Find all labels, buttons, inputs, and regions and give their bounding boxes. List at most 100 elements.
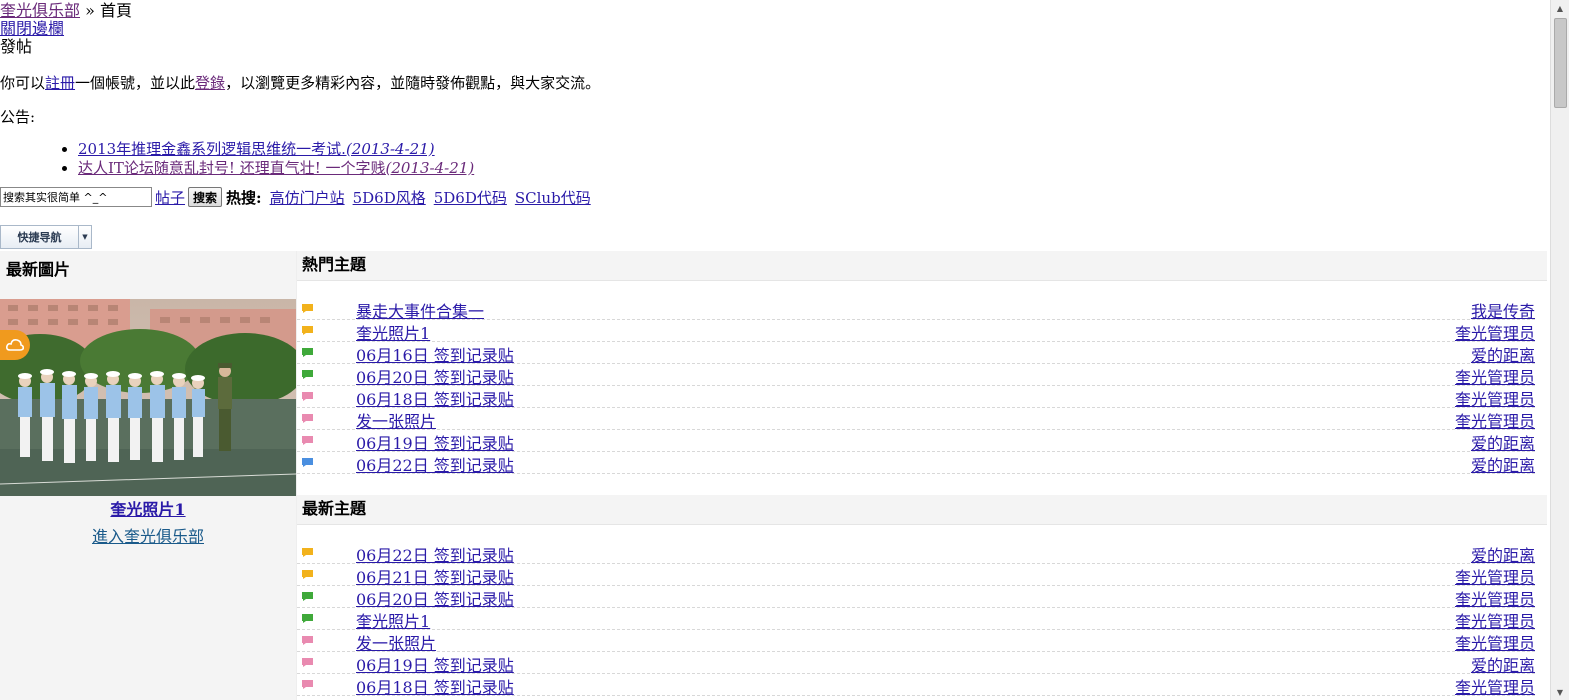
topic-status-icon xyxy=(302,414,313,423)
topic-title-link[interactable]: 发一张照片 xyxy=(356,408,436,432)
topic-author-link[interactable]: 奎光管理员 xyxy=(1455,386,1535,410)
topic-row: 06月16日 签到记录贴 爱的距离 xyxy=(297,342,1535,366)
topic-author-link[interactable]: 奎光管理员 xyxy=(1455,364,1535,388)
topic-title-link[interactable]: 06月18日 签到记录贴 xyxy=(356,386,514,410)
topic-author-link[interactable]: 奎光管理员 xyxy=(1455,408,1535,432)
topic-row: 发一张照片 奎光管理员 xyxy=(297,630,1535,654)
topic-author-link[interactable]: 爱的距离 xyxy=(1471,652,1535,676)
login-link[interactable]: 登錄 xyxy=(195,74,225,92)
cloud-icon xyxy=(6,339,24,351)
hot-search-link[interactable]: 5D6D风格 xyxy=(353,187,426,208)
topic-row: 06月19日 签到记录贴 爱的距离 xyxy=(297,652,1535,676)
register-link[interactable]: 註冊 xyxy=(45,74,75,92)
topic-status-icon xyxy=(302,370,313,379)
topic-status-icon xyxy=(302,614,313,623)
topic-title-link[interactable]: 06月20日 签到记录贴 xyxy=(356,364,514,388)
topic-status-icon xyxy=(302,436,313,445)
close-sidebar-link[interactable]: 關閉邊欄 xyxy=(0,19,64,38)
hot-search-link[interactable]: 5D6D代码 xyxy=(434,187,507,208)
post-link[interactable]: 發帖 xyxy=(0,37,32,56)
topic-row: 奎光照片1 奎光管理员 xyxy=(297,320,1535,344)
topic-author-link[interactable]: 奎光管理员 xyxy=(1455,320,1535,344)
notice-item-link[interactable]: 达人IT论坛随意乱封号! 还理直气壮! 一个字贱(2013-4-21) xyxy=(78,159,474,177)
topic-status-icon xyxy=(302,592,313,601)
topic-status-icon xyxy=(302,458,313,467)
hot-search-link[interactable]: 高仿门户站 xyxy=(270,187,345,208)
topic-row: 06月22日 签到记录贴 爱的距离 xyxy=(297,452,1535,476)
hot-search-label: 热搜: xyxy=(226,188,262,207)
topic-author-link[interactable]: 奎光管理员 xyxy=(1455,608,1535,632)
latest-images-title: 最新圖片 xyxy=(6,260,71,279)
topic-row: 06月20日 签到记录贴 奎光管理员 xyxy=(297,364,1535,388)
search-input[interactable] xyxy=(0,187,152,207)
topic-author-link[interactable]: 爱的距离 xyxy=(1471,342,1535,366)
topic-author-link[interactable]: 奎光管理员 xyxy=(1455,564,1535,588)
notice-item-text: 2013年推理金鑫系列逻辑思维统一考试. xyxy=(78,140,346,158)
topic-status-icon xyxy=(302,680,313,689)
topic-title-link[interactable]: 奎光照片1 xyxy=(356,320,430,344)
photo-image xyxy=(0,299,296,496)
topic-title-link[interactable]: 06月19日 签到记录贴 xyxy=(356,652,514,676)
new-topics-title: 最新主題 xyxy=(297,495,1547,525)
search-scope-link[interactable]: 帖子 xyxy=(155,187,185,208)
topic-author-link[interactable]: 奎光管理员 xyxy=(1455,674,1535,698)
notice-item-text: 达人IT论坛随意乱封号! 还理直气壮! 一个字贱 xyxy=(78,159,386,177)
topic-status-icon xyxy=(302,348,313,357)
hot-topics-list: 暴走大事件合集一 我是传奇 奎光照片1 奎光管理员 06月16日 签到记录贴 爱的距离 06… xyxy=(297,298,1547,476)
latest-images-panel: 最新圖片 奎光照片1 進入奎光俱乐部 xyxy=(0,251,296,700)
topic-row: 发一张照片 奎光管理员 xyxy=(297,408,1535,432)
notice-label: 公告: xyxy=(0,108,36,126)
chevron-down-icon: ▼ xyxy=(78,226,91,248)
notice-item: 达人IT论坛随意乱封号! 还理直气壮! 一个字贱(2013-4-21) xyxy=(78,159,474,178)
quick-nav-label: 快捷导航 xyxy=(17,231,62,244)
notice-item: 2013年推理金鑫系列逻辑思维统一考试.(2013-4-21) xyxy=(78,140,474,159)
topic-title-link[interactable]: 06月22日 签到记录贴 xyxy=(356,452,514,476)
photo-caption-link[interactable]: 奎光照片1 xyxy=(0,496,296,520)
hot-topics-title: 熱門主題 xyxy=(297,251,1547,281)
topic-status-icon xyxy=(302,636,313,645)
topic-status-icon xyxy=(302,326,313,335)
scroll-down-icon[interactable]: ▼ xyxy=(1551,684,1569,700)
topic-title-link[interactable]: 06月22日 签到记录贴 xyxy=(356,542,514,566)
topic-status-icon xyxy=(302,658,313,667)
topic-title-link[interactable]: 06月18日 签到记录贴 xyxy=(356,674,514,698)
notice-item-link[interactable]: 2013年推理金鑫系列逻辑思维统一考试.(2013-4-21) xyxy=(78,140,435,158)
scrollbar-thumb[interactable] xyxy=(1554,18,1567,108)
notice-item-date: (2013-4-21) xyxy=(345,140,435,158)
hot-search-link[interactable]: SClub代码 xyxy=(515,187,591,208)
welcome-text-after: ，以瀏覽更多精彩內容，並隨時發佈觀點，與大家交流。 xyxy=(225,74,601,92)
topic-author-link[interactable]: 奎光管理员 xyxy=(1455,586,1535,610)
welcome-message: 你可以註冊一個帳號，並以此登錄，以瀏覽更多精彩內容，並隨時發佈觀點，與大家交流。 xyxy=(0,72,600,93)
notice-item-date: (2013-4-21) xyxy=(385,159,475,177)
latest-photo[interactable] xyxy=(0,299,296,496)
topic-title-link[interactable]: 06月20日 签到记录贴 xyxy=(356,586,514,610)
page-scrollbar[interactable]: ▲ ▼ xyxy=(1550,0,1569,700)
cloud-share-button[interactable] xyxy=(0,330,30,360)
search-bar: 帖子 搜索 热搜: 高仿门户站 5D6D风格 5D6D代码 SClub代码 xyxy=(0,186,591,208)
topic-author-link[interactable]: 爱的距离 xyxy=(1471,542,1535,566)
topics-panel: 熱門主題 暴走大事件合集一 我是传奇 奎光照片1 奎光管理员 06月16日 签到记录贴爱… xyxy=(296,251,1547,700)
breadcrumb-separator: » xyxy=(85,1,95,20)
search-button[interactable]: 搜索 xyxy=(188,187,223,207)
new-topics-list: 06月22日 签到记录贴 爱的距离 06月21日 签到记录贴 奎光管理员 06月20日 … xyxy=(297,542,1547,698)
topic-author-link[interactable]: 我是传奇 xyxy=(1471,298,1535,322)
topic-author-link[interactable]: 奎光管理员 xyxy=(1455,630,1535,654)
topic-title-link[interactable]: 暴走大事件合集一 xyxy=(356,298,484,322)
breadcrumb-current: 首頁 xyxy=(100,1,133,20)
topic-row: 暴走大事件合集一 我是传奇 xyxy=(297,298,1535,322)
topic-title-link[interactable]: 奎光照片1 xyxy=(356,608,430,632)
topic-title-link[interactable]: 06月16日 签到记录贴 xyxy=(356,342,514,366)
enter-club-link[interactable]: 進入奎光俱乐部 xyxy=(0,523,296,547)
scroll-up-icon[interactable]: ▲ xyxy=(1551,0,1569,16)
topic-author-link[interactable]: 爱的距离 xyxy=(1471,430,1535,454)
topic-title-link[interactable]: 06月21日 签到记录贴 xyxy=(356,564,514,588)
topic-title-link[interactable]: 06月19日 签到记录贴 xyxy=(356,430,514,454)
quick-nav-dropdown[interactable]: 快捷导航 ▼ xyxy=(0,225,92,249)
topic-row: 06月18日 签到记录贴 奎光管理员 xyxy=(297,386,1535,410)
topic-author-link[interactable]: 爱的距离 xyxy=(1471,452,1535,476)
breadcrumb: 奎光俱乐部 » 首頁 xyxy=(0,2,132,20)
breadcrumb-home-link[interactable]: 奎光俱乐部 xyxy=(0,1,80,20)
topic-title-link[interactable]: 发一张照片 xyxy=(356,630,436,654)
header-links: 奎光俱乐部 » 首頁 關閉邊欄 發帖 xyxy=(0,2,132,56)
topic-row: 06月19日 签到记录贴 爱的距离 xyxy=(297,430,1535,454)
